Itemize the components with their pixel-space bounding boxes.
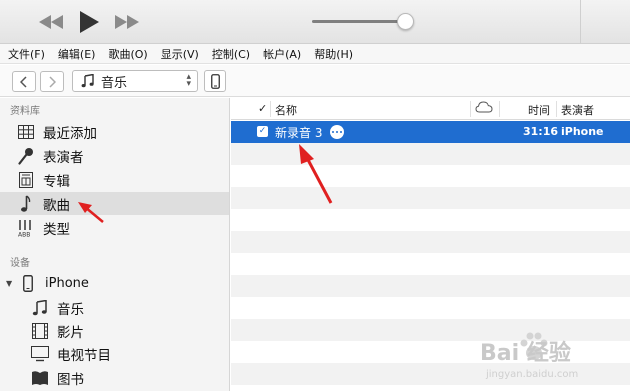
sidebar-item-genres[interactable]: ABB 类型 <box>0 216 229 239</box>
table-row-empty <box>231 143 630 165</box>
menu-bar: 文件(F) 编辑(E) 歌曲(O) 显示(V) 控制(C) 帐户(A) 帮助(H… <box>0 44 630 64</box>
header-artist[interactable]: 表演者 <box>561 102 594 118</box>
play-icon <box>80 11 99 33</box>
grid-icon <box>16 122 36 142</box>
sidebar-item-songs[interactable]: 歌曲 <box>0 192 229 215</box>
microphone-icon <box>16 146 36 166</box>
table-row-empty <box>231 275 630 297</box>
sidebar-item-albums[interactable]: 专辑 <box>0 168 229 191</box>
more-options-icon[interactable] <box>330 125 344 139</box>
header-name[interactable]: 名称 <box>275 102 297 118</box>
volume-slider-knob[interactable] <box>397 13 414 30</box>
sidebar-item-recently-added[interactable]: 最近添加 <box>0 120 229 143</box>
cloud-icon <box>475 101 493 113</box>
chevron-right-icon <box>49 75 56 88</box>
table-row-empty <box>231 187 630 209</box>
menu-account[interactable]: 帐户(A) <box>263 46 301 62</box>
media-type-value: 音乐 <box>101 75 128 91</box>
column-divider <box>556 101 557 117</box>
column-divider <box>499 101 500 117</box>
header-check[interactable]: ✓ <box>258 102 267 115</box>
sidebar-item-label: 表演者 <box>43 149 84 166</box>
watermark-text: Bai 经验 <box>480 341 571 366</box>
sidebar-item-label: 图书 <box>57 371 84 388</box>
song-time: 31:16 <box>523 125 559 138</box>
sidebar-device-iphone[interactable]: iPhone <box>0 272 229 295</box>
device-item-tv-shows[interactable]: 电视节目 <box>0 342 229 365</box>
sidebar-item-label: 电视节目 <box>57 347 111 364</box>
menu-song[interactable]: 歌曲(O) <box>108 46 147 62</box>
table-row-empty <box>231 297 630 319</box>
back-button[interactable] <box>12 71 36 92</box>
header-cloud[interactable] <box>475 101 493 116</box>
rewind-button[interactable] <box>36 8 66 36</box>
watermark: Bai 经验 jingyan.baidu.com <box>472 329 622 387</box>
menu-help[interactable]: 帮助(H) <box>314 46 353 62</box>
menu-view[interactable]: 显示(V) <box>161 46 199 62</box>
device-item-music[interactable]: 音乐 <box>0 296 229 319</box>
table-row[interactable]: ✓ 新录音 3 31:16 iPhone <box>231 121 630 143</box>
sidebar-item-label: 专辑 <box>43 173 70 190</box>
menu-controls[interactable]: 控制(C) <box>212 46 250 62</box>
music-note-icon <box>16 194 36 214</box>
library-section-title: 资料库 <box>10 106 40 117</box>
column-divider <box>470 101 471 117</box>
iphone-icon <box>210 73 220 89</box>
music-icon <box>30 298 50 318</box>
device-item-movies[interactable]: 影片 <box>0 319 229 342</box>
device-name: iPhone <box>45 276 89 291</box>
genre-icon: ABB <box>16 218 36 238</box>
table-header: ✓ 名称 时间 表演者 <box>231 98 630 120</box>
device-button[interactable] <box>204 70 226 92</box>
volume-slider-track[interactable] <box>312 20 406 23</box>
rewind-icon <box>39 15 63 29</box>
forward-button[interactable] <box>40 71 64 92</box>
sidebar-item-label: 影片 <box>57 324 84 341</box>
select-arrows-icon: ▴ ▾ <box>186 72 191 89</box>
music-note-icon <box>81 74 94 88</box>
watermark-url: jingyan.baidu.com <box>486 369 579 380</box>
fast-forward-icon <box>115 15 139 29</box>
iphone-icon <box>18 274 38 294</box>
song-artist: iPhone <box>561 125 604 138</box>
sidebar-item-label: 歌曲 <box>43 197 70 214</box>
sidebar-item-artists[interactable]: 表演者 <box>0 144 229 167</box>
table-row-empty <box>231 231 630 253</box>
tv-icon <box>30 344 50 364</box>
player-bar <box>0 0 630 44</box>
column-divider <box>270 101 271 117</box>
menu-file[interactable]: 文件(F) <box>8 46 45 62</box>
svg-text:ABB: ABB <box>18 231 30 237</box>
album-icon <box>16 170 36 190</box>
devices-section-title: 设备 <box>10 258 30 269</box>
table-row-empty <box>231 209 630 231</box>
play-button[interactable] <box>76 8 102 36</box>
row-checkbox[interactable]: ✓ <box>257 126 268 137</box>
song-name: 新录音 3 <box>275 126 323 140</box>
fast-forward-button[interactable] <box>112 8 142 36</box>
sidebar-item-label: 音乐 <box>57 301 84 318</box>
sidebar-item-label: 类型 <box>43 221 70 238</box>
table-row-empty <box>231 165 630 187</box>
header-time[interactable]: 时间 <box>528 102 550 118</box>
sidebar-item-label: 最近添加 <box>43 125 97 142</box>
menu-edit[interactable]: 编辑(E) <box>58 46 96 62</box>
chevron-left-icon <box>20 75 27 88</box>
book-icon <box>30 368 50 388</box>
divider <box>580 0 581 44</box>
film-icon <box>30 321 50 341</box>
sidebar: 资料库 最近添加 表演者 专辑 歌曲 ABB 类型 设备 ▼ iPhone 音乐… <box>0 98 230 391</box>
table-row-empty <box>231 253 630 275</box>
navigation-bar: 音乐 ▴ ▾ <box>0 65 630 97</box>
device-item-books[interactable]: 图书 <box>0 366 229 389</box>
media-type-select[interactable]: 音乐 ▴ ▾ <box>72 70 198 92</box>
